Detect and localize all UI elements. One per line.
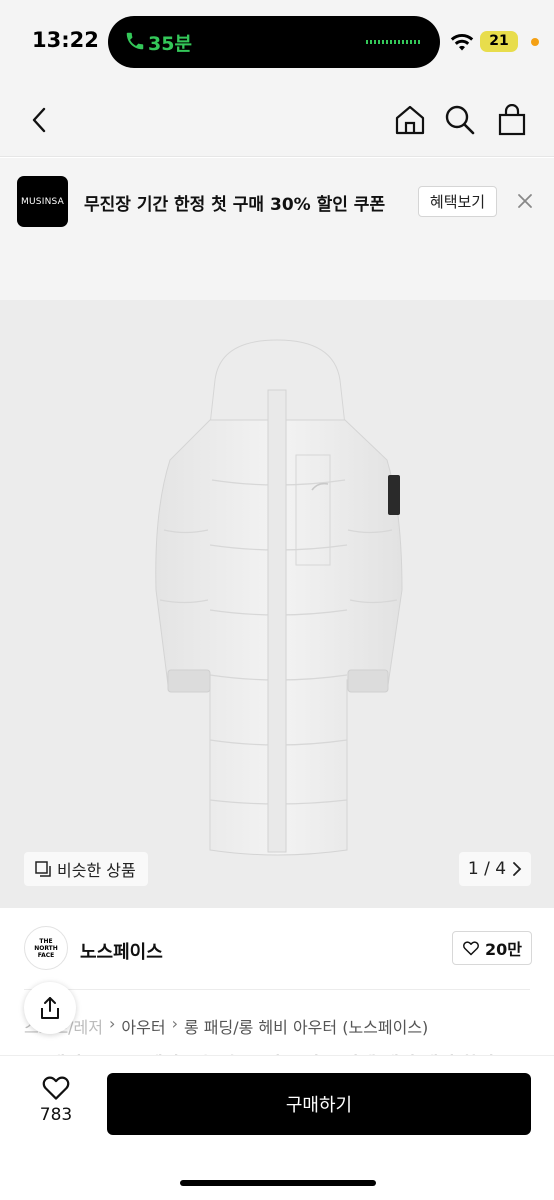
coupon-banner-text: 무진장 기간 한정 첫 구매 30% 할인 쿠폰: [84, 195, 386, 215]
product-image-gallery[interactable]: 비슷한 상품 1 / 4: [0, 300, 554, 908]
heart-icon: [463, 941, 479, 956]
home-button[interactable]: [392, 102, 428, 138]
share-icon: [41, 997, 59, 1019]
audio-waveform: [366, 40, 420, 44]
share-button[interactable]: [24, 982, 76, 1034]
brand-logo-line: NORTH: [34, 944, 58, 952]
status-bar: 13:22 35분 21: [0, 0, 554, 84]
cart-button[interactable]: [494, 102, 530, 138]
buy-button[interactable]: 구매하기: [107, 1073, 531, 1135]
brand-name[interactable]: 노스페이스: [80, 938, 163, 964]
wishlist-count: 783: [39, 1105, 73, 1125]
chevron-left-icon: [32, 107, 46, 133]
chevron-right-icon: ›: [109, 1014, 116, 1033]
wishlist-button[interactable]: 783: [28, 1074, 84, 1134]
image-pager-text: 1 / 4: [467, 859, 507, 879]
brand-like-count: 20만: [485, 940, 522, 959]
similar-products-label: 비슷한 상품: [57, 861, 136, 880]
coupon-banner[interactable]: MUSINSA 무진장 기간 한정 첫 구매 30% 할인 쿠폰 혜택보기: [0, 158, 554, 300]
chevron-right-icon: ›: [171, 1014, 178, 1033]
back-button[interactable]: [22, 102, 58, 138]
battery-indicator: 21: [480, 31, 518, 52]
dynamic-island-call[interactable]: 35분: [108, 16, 440, 68]
call-duration: 35분: [148, 33, 192, 55]
brand-logo-line: THE: [39, 937, 53, 945]
similar-products-button[interactable]: 비슷한 상품: [24, 852, 148, 886]
privacy-dot: [531, 38, 539, 46]
chevron-right-icon: [513, 862, 522, 876]
brand-logo-line: FACE: [37, 951, 55, 959]
brand-row[interactable]: THE NORTH FACE 노스페이스 20만: [0, 908, 554, 990]
search-icon: [445, 105, 475, 135]
musinsa-logo: MUSINSA: [17, 176, 68, 227]
view-benefits-button[interactable]: 혜택보기: [418, 186, 497, 217]
bottom-action-bar: 783 구매하기: [0, 1056, 554, 1200]
breadcrumb-item[interactable]: 아우터: [121, 1014, 165, 1038]
divider: [24, 989, 530, 990]
phone-icon: [126, 32, 144, 50]
top-nav: [0, 84, 554, 157]
musinsa-logo-text: MUSINSA: [21, 196, 64, 207]
battery-level: 21: [489, 33, 509, 49]
close-icon[interactable]: [514, 190, 536, 212]
brand-like-button[interactable]: 20만: [452, 931, 532, 965]
product-coat-image: [155, 339, 403, 856]
wifi-icon: [450, 33, 474, 51]
heart-icon: [42, 1076, 70, 1100]
brand-logo[interactable]: THE NORTH FACE: [24, 926, 68, 970]
similar-items-icon: [35, 861, 51, 877]
status-time: 13:22: [32, 28, 99, 52]
image-pager-button[interactable]: 1 / 4: [459, 852, 531, 886]
breadcrumb: 스포츠/레저 › 아우터 › 롱 패딩/롱 헤비 아우터 (노스페이스): [24, 1014, 428, 1038]
bag-icon: [498, 104, 526, 136]
home-icon: [395, 105, 425, 135]
breadcrumb-item[interactable]: 롱 패딩/롱 헤비 아우터 (노스페이스): [184, 1014, 428, 1038]
search-button[interactable]: [442, 102, 478, 138]
home-indicator: [180, 1180, 376, 1186]
